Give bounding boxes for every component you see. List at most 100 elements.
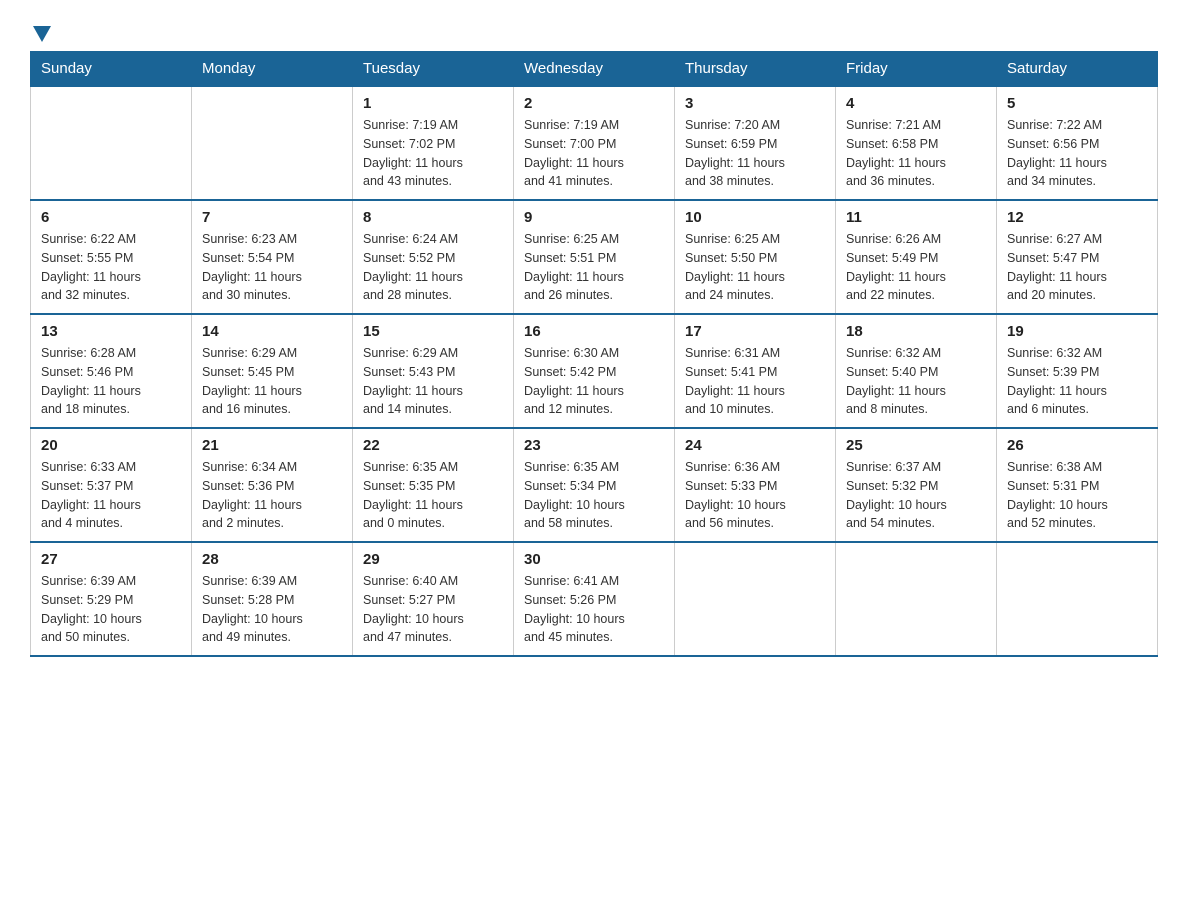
day-number: 16 — [524, 323, 664, 340]
day-info: Sunrise: 6:24 AM Sunset: 5:52 PM Dayligh… — [363, 230, 503, 305]
day-number: 10 — [685, 209, 825, 226]
day-info: Sunrise: 7:20 AM Sunset: 6:59 PM Dayligh… — [685, 116, 825, 191]
day-info: Sunrise: 6:34 AM Sunset: 5:36 PM Dayligh… — [202, 458, 342, 533]
day-info: Sunrise: 6:36 AM Sunset: 5:33 PM Dayligh… — [685, 458, 825, 533]
day-info: Sunrise: 6:39 AM Sunset: 5:29 PM Dayligh… — [41, 572, 181, 647]
calendar-cell — [31, 86, 192, 200]
day-info: Sunrise: 6:41 AM Sunset: 5:26 PM Dayligh… — [524, 572, 664, 647]
calendar-cell: 18 Sunrise: 6:32 AM Sunset: 5:40 PM Dayli… — [836, 314, 997, 428]
day-number: 19 — [1007, 323, 1147, 340]
day-info: Sunrise: 6:30 AM Sunset: 5:42 PM Dayligh… — [524, 344, 664, 419]
calendar-cell: 23Sunrise: 6:35 AM Sunset: 5:34 PM Dayli… — [514, 428, 675, 542]
calendar-cell: 6 Sunrise: 6:22 AM Sunset: 5:55 PM Daylig… — [31, 200, 192, 314]
calendar-cell: 9 Sunrise: 6:25 AM Sunset: 5:51 PM Daylig… — [514, 200, 675, 314]
logo-arrow-icon — [33, 26, 51, 47]
column-header-sunday: Sunday — [31, 52, 192, 87]
calendar-week-5: 27 Sunrise: 6:39 AM Sunset: 5:29 PM Dayli… — [31, 542, 1158, 656]
calendar-week-2: 6 Sunrise: 6:22 AM Sunset: 5:55 PM Daylig… — [31, 200, 1158, 314]
day-info: Sunrise: 6:25 AM Sunset: 5:51 PM Dayligh… — [524, 230, 664, 305]
calendar-cell: 7 Sunrise: 6:23 AM Sunset: 5:54 PM Daylig… — [192, 200, 353, 314]
calendar-cell: 2 Sunrise: 7:19 AM Sunset: 7:00 PM Daylig… — [514, 86, 675, 200]
day-info: Sunrise: 7:22 AM Sunset: 6:56 PM Dayligh… — [1007, 116, 1147, 191]
day-info: Sunrise: 6:40 AM Sunset: 5:27 PM Dayligh… — [363, 572, 503, 647]
day-info: Sunrise: 6:27 AM Sunset: 5:47 PM Dayligh… — [1007, 230, 1147, 305]
column-header-wednesday: Wednesday — [514, 52, 675, 87]
day-number: 21 — [202, 437, 342, 454]
day-info: Sunrise: 6:28 AM Sunset: 5:46 PM Dayligh… — [41, 344, 181, 419]
day-info: Sunrise: 6:22 AM Sunset: 5:55 PM Dayligh… — [41, 230, 181, 305]
day-info: Sunrise: 6:32 AM Sunset: 5:40 PM Dayligh… — [846, 344, 986, 419]
day-number: 6 — [41, 209, 181, 226]
day-info: Sunrise: 6:38 AM Sunset: 5:31 PM Dayligh… — [1007, 458, 1147, 533]
day-number: 11 — [846, 209, 986, 226]
calendar-cell: 19 Sunrise: 6:32 AM Sunset: 5:39 PM Dayli… — [997, 314, 1158, 428]
calendar-cell: 3Sunrise: 7:20 AM Sunset: 6:59 PM Daylig… — [675, 86, 836, 200]
day-info: Sunrise: 6:33 AM Sunset: 5:37 PM Dayligh… — [41, 458, 181, 533]
day-info: Sunrise: 6:29 AM Sunset: 5:43 PM Dayligh… — [363, 344, 503, 419]
page-header — [30, 20, 1158, 41]
day-number: 29 — [363, 551, 503, 568]
day-info: Sunrise: 7:19 AM Sunset: 7:00 PM Dayligh… — [524, 116, 664, 191]
calendar-header-row: SundayMondayTuesdayWednesdayThursdayFrid… — [31, 52, 1158, 87]
day-info: Sunrise: 7:19 AM Sunset: 7:02 PM Dayligh… — [363, 116, 503, 191]
day-number: 22 — [363, 437, 503, 454]
day-number: 2 — [524, 95, 664, 112]
day-number: 18 — [846, 323, 986, 340]
calendar-cell: 27 Sunrise: 6:39 AM Sunset: 5:29 PM Dayli… — [31, 542, 192, 656]
calendar-cell: 4 Sunrise: 7:21 AM Sunset: 6:58 PM Daylig… — [836, 86, 997, 200]
day-number: 9 — [524, 209, 664, 226]
day-number: 23 — [524, 437, 664, 454]
calendar-week-3: 13Sunrise: 6:28 AM Sunset: 5:46 PM Dayli… — [31, 314, 1158, 428]
logo — [30, 20, 51, 41]
day-info: Sunrise: 6:23 AM Sunset: 5:54 PM Dayligh… — [202, 230, 342, 305]
column-header-monday: Monday — [192, 52, 353, 87]
day-number: 30 — [524, 551, 664, 568]
day-info: Sunrise: 6:39 AM Sunset: 5:28 PM Dayligh… — [202, 572, 342, 647]
day-info: Sunrise: 6:31 AM Sunset: 5:41 PM Dayligh… — [685, 344, 825, 419]
calendar-cell: 29 Sunrise: 6:40 AM Sunset: 5:27 PM Dayli… — [353, 542, 514, 656]
calendar-cell: 20 Sunrise: 6:33 AM Sunset: 5:37 PM Dayli… — [31, 428, 192, 542]
column-header-saturday: Saturday — [997, 52, 1158, 87]
day-number: 20 — [41, 437, 181, 454]
calendar-cell: 14Sunrise: 6:29 AM Sunset: 5:45 PM Dayli… — [192, 314, 353, 428]
calendar-cell: 26 Sunrise: 6:38 AM Sunset: 5:31 PM Dayli… — [997, 428, 1158, 542]
day-info: Sunrise: 6:25 AM Sunset: 5:50 PM Dayligh… — [685, 230, 825, 305]
column-header-thursday: Thursday — [675, 52, 836, 87]
calendar-cell: 13Sunrise: 6:28 AM Sunset: 5:46 PM Dayli… — [31, 314, 192, 428]
calendar-cell: 5Sunrise: 7:22 AM Sunset: 6:56 PM Daylig… — [997, 86, 1158, 200]
calendar-cell: 15Sunrise: 6:29 AM Sunset: 5:43 PM Dayli… — [353, 314, 514, 428]
calendar-week-1: 1 Sunrise: 7:19 AM Sunset: 7:02 PM Daylig… — [31, 86, 1158, 200]
day-number: 25 — [846, 437, 986, 454]
calendar-cell: 25 Sunrise: 6:37 AM Sunset: 5:32 PM Dayli… — [836, 428, 997, 542]
day-number: 12 — [1007, 209, 1147, 226]
day-number: 17 — [685, 323, 825, 340]
calendar-cell — [192, 86, 353, 200]
day-number: 8 — [363, 209, 503, 226]
calendar-cell: 11 Sunrise: 6:26 AM Sunset: 5:49 PM Dayli… — [836, 200, 997, 314]
day-info: Sunrise: 6:37 AM Sunset: 5:32 PM Dayligh… — [846, 458, 986, 533]
calendar-cell: 30 Sunrise: 6:41 AM Sunset: 5:26 PM Dayli… — [514, 542, 675, 656]
calendar-cell: 8 Sunrise: 6:24 AM Sunset: 5:52 PM Daylig… — [353, 200, 514, 314]
calendar-cell: 24 Sunrise: 6:36 AM Sunset: 5:33 PM Dayli… — [675, 428, 836, 542]
day-number: 27 — [41, 551, 181, 568]
calendar-week-4: 20 Sunrise: 6:33 AM Sunset: 5:37 PM Dayli… — [31, 428, 1158, 542]
calendar-cell: 21 Sunrise: 6:34 AM Sunset: 5:36 PM Dayli… — [192, 428, 353, 542]
day-number: 4 — [846, 95, 986, 112]
calendar-cell: 17 Sunrise: 6:31 AM Sunset: 5:41 PM Dayli… — [675, 314, 836, 428]
day-number: 26 — [1007, 437, 1147, 454]
day-info: Sunrise: 7:21 AM Sunset: 6:58 PM Dayligh… — [846, 116, 986, 191]
calendar-cell: 22 Sunrise: 6:35 AM Sunset: 5:35 PM Dayli… — [353, 428, 514, 542]
calendar-table: SundayMondayTuesdayWednesdayThursdayFrid… — [30, 51, 1158, 657]
day-number: 1 — [363, 95, 503, 112]
calendar-cell — [836, 542, 997, 656]
day-number: 24 — [685, 437, 825, 454]
day-info: Sunrise: 6:26 AM Sunset: 5:49 PM Dayligh… — [846, 230, 986, 305]
calendar-cell — [997, 542, 1158, 656]
day-number: 7 — [202, 209, 342, 226]
calendar-cell: 1 Sunrise: 7:19 AM Sunset: 7:02 PM Daylig… — [353, 86, 514, 200]
calendar-cell: 28Sunrise: 6:39 AM Sunset: 5:28 PM Dayli… — [192, 542, 353, 656]
day-number: 14 — [202, 323, 342, 340]
day-info: Sunrise: 6:35 AM Sunset: 5:35 PM Dayligh… — [363, 458, 503, 533]
column-header-tuesday: Tuesday — [353, 52, 514, 87]
day-info: Sunrise: 6:32 AM Sunset: 5:39 PM Dayligh… — [1007, 344, 1147, 419]
